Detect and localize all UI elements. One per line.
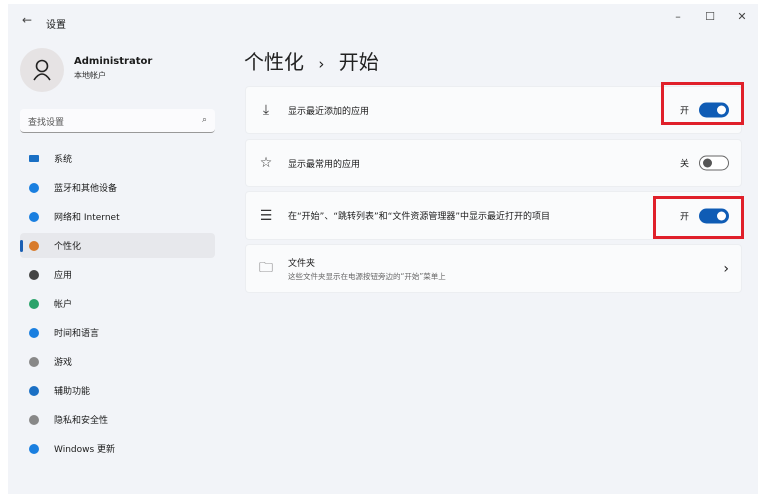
avatar[interactable]: [20, 48, 64, 92]
sidebar-item-label: 蓝牙和其他设备: [54, 184, 118, 194]
brush-icon: [28, 240, 40, 252]
apps-icon: [28, 269, 40, 281]
sidebar-item[interactable]: 时间和语言: [20, 320, 215, 345]
search-input[interactable]: 查找设置 ⌕: [20, 109, 215, 133]
search-icon: ⌕: [201, 115, 207, 125]
search-placeholder: 查找设置: [28, 118, 65, 128]
setting-folders[interactable]: 🗀 文件夹这些文件夹显示在电源按钮旁边的“开始”菜单上 ›: [245, 244, 742, 293]
breadcrumb-parent[interactable]: 个性化: [244, 50, 304, 74]
sidebar-item-label: 应用: [54, 271, 73, 281]
selection-indicator: [20, 240, 23, 252]
sidebar-item-label: 系统: [54, 155, 73, 165]
sidebar-item[interactable]: Windows 更新: [20, 436, 215, 461]
setting-label: 文件夹: [288, 258, 316, 269]
sidebar-item[interactable]: 网络和 Internet: [20, 204, 215, 229]
close-button[interactable]: ✕: [732, 10, 752, 23]
setting-label: 在“开始”、“跳转列表”和“文件资源管理器”中显示最近打开的项目: [288, 212, 550, 222]
sidebar-item-label: 时间和语言: [54, 329, 100, 339]
update-icon: [28, 443, 40, 455]
breadcrumb-separator: ›: [318, 55, 325, 73]
sidebar-item[interactable]: 蓝牙和其他设备: [20, 175, 215, 200]
toggle-state: 关: [679, 159, 689, 170]
page-title: 开始: [338, 50, 379, 74]
toggle-switch[interactable]: [699, 155, 729, 171]
setting-label: 显示最常用的应用: [288, 159, 361, 170]
clock-globe-icon: [28, 327, 40, 339]
download-icon: ⤓: [262, 102, 270, 118]
sidebar-item[interactable]: 个性化: [20, 233, 215, 258]
back-arrow-icon[interactable]: ←: [22, 13, 32, 27]
breadcrumb: 个性化 › 开始: [244, 46, 379, 75]
sidebar-item-label: 辅助功能: [54, 387, 91, 397]
sidebar-item-label: 个性化: [54, 242, 82, 252]
bluetooth-icon: [28, 182, 40, 194]
highlight-box: [653, 196, 744, 239]
highlight-box: [661, 82, 744, 125]
chevron-right-icon: ›: [723, 260, 729, 277]
sidebar-item[interactable]: 游戏: [20, 349, 215, 374]
sidebar-item-label: 帐户: [54, 300, 73, 310]
sidebar-item[interactable]: 系统: [20, 146, 215, 171]
gamepad-icon: [28, 356, 40, 368]
sidebar-item-label: Windows 更新: [54, 445, 116, 455]
window-title: 设置: [46, 20, 66, 31]
settings-window: ← 设置 – ☐ ✕ Administrator 本地帐户 查找设置 ⌕ 系统蓝…: [8, 4, 758, 494]
folder-icon: 🗀: [259, 259, 273, 276]
sidebar-item-label: 网络和 Internet: [54, 213, 120, 223]
shield-icon: [28, 414, 40, 426]
monitor-icon: [28, 153, 40, 165]
wifi-icon: [28, 211, 40, 223]
sidebar-item[interactable]: 帐户: [20, 291, 215, 316]
setting-label: 显示最近添加的应用: [288, 106, 370, 117]
person-icon: [33, 59, 51, 81]
sidebar-item-label: 隐私和安全性: [54, 416, 109, 426]
sidebar-item-label: 游戏: [54, 358, 73, 368]
maximize-button[interactable]: ☐: [700, 10, 720, 23]
user-name: Administrator: [74, 56, 153, 67]
account-type: 本地帐户: [74, 71, 106, 80]
list-icon: ☰: [259, 207, 273, 224]
accessibility-icon: [28, 385, 40, 397]
sidebar-item[interactable]: 应用: [20, 262, 215, 287]
setting-description: 这些文件夹显示在电源按钮旁边的“开始”菜单上: [288, 271, 446, 281]
minimize-button[interactable]: –: [668, 10, 688, 23]
sidebar-item[interactable]: 辅助功能: [20, 378, 215, 403]
star-icon: ☆: [259, 155, 273, 171]
person-icon: [28, 298, 40, 310]
sidebar-item[interactable]: 隐私和安全性: [20, 407, 215, 432]
setting-most-used: ☆ 显示最常用的应用 关: [245, 139, 742, 187]
